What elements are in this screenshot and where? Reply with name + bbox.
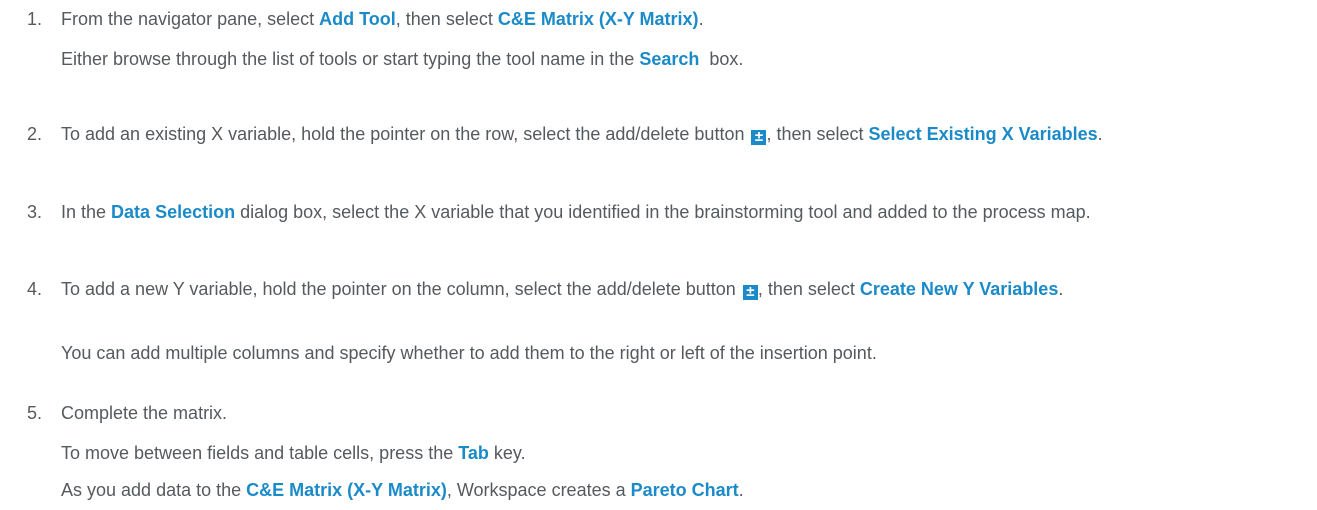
keyword-pareto-chart: Pareto Chart xyxy=(630,480,739,500)
step-number: 5. xyxy=(27,403,43,423)
text-run: . xyxy=(698,9,704,29)
text-run: . xyxy=(738,480,744,500)
text-run: In the xyxy=(61,202,112,222)
step-line: From the navigator pane, select Add Tool… xyxy=(61,8,1293,30)
step-text: In the Data Selection dialog box, select… xyxy=(61,201,1293,223)
keyword-select-existing-x: Select Existing X Variables xyxy=(868,124,1098,144)
text-run: To move between fields and table cells, … xyxy=(61,443,459,463)
step-text: From the navigator pane, select Add Tool… xyxy=(61,8,1293,69)
text-run: , then select xyxy=(766,124,869,144)
step-line: As you add data to the C&E Matrix (X-Y M… xyxy=(61,479,744,501)
keyword-data-selection: Data Selection xyxy=(111,202,236,222)
text-run: . xyxy=(1058,279,1064,299)
step-text: Complete the matrix. To move between fie… xyxy=(61,402,1293,500)
step-text: To add an existing X variable, hold the … xyxy=(61,123,1293,145)
text-run: , then select xyxy=(395,9,498,29)
text-run: To add a new Y variable, hold the pointe… xyxy=(61,279,741,299)
text-run: From the navigator pane, select xyxy=(61,9,320,29)
step-number: 3. xyxy=(27,202,43,222)
text-run: key. xyxy=(488,443,526,463)
step-number: 4. xyxy=(27,279,43,299)
step-text: To add a new Y variable, hold the pointe… xyxy=(61,278,1293,300)
instruction-steps: 1. From the navigator pane, select Add T… xyxy=(0,0,1317,510)
step-number: 2. xyxy=(27,124,43,144)
keyword-add-tool: Add Tool xyxy=(319,9,396,29)
text-run: . xyxy=(1097,124,1103,144)
step-line: Complete the matrix. xyxy=(61,403,228,423)
keyword-create-new-y: Create New Y Variables xyxy=(859,279,1059,299)
step-note: You can add multiple columns and specify… xyxy=(61,343,877,363)
keyword-ce-matrix: C&E Matrix (X-Y Matrix) xyxy=(497,9,699,29)
keyword-ce-matrix: C&E Matrix (X-Y Matrix) xyxy=(246,480,447,500)
step-line: To move between fields and table cells, … xyxy=(61,442,526,464)
text-run: As you add data to the xyxy=(61,480,247,500)
add-delete-icon: ± xyxy=(751,129,767,145)
text-run: dialog box, select the X variable that y… xyxy=(235,202,1091,222)
text-run: box. xyxy=(699,49,744,69)
add-delete-icon: ± xyxy=(742,284,758,300)
text-run: , Workspace creates a xyxy=(446,480,631,500)
keyword-search: Search xyxy=(639,49,700,69)
keyword-tab: Tab xyxy=(458,443,489,463)
step-line: Either browse through the list of tools … xyxy=(61,48,743,70)
text-run: Either browse through the list of tools … xyxy=(61,49,640,69)
text-run: , then select xyxy=(757,279,860,299)
text-run: To add an existing X variable, hold the … xyxy=(61,124,750,144)
step-number: 1. xyxy=(27,9,43,29)
